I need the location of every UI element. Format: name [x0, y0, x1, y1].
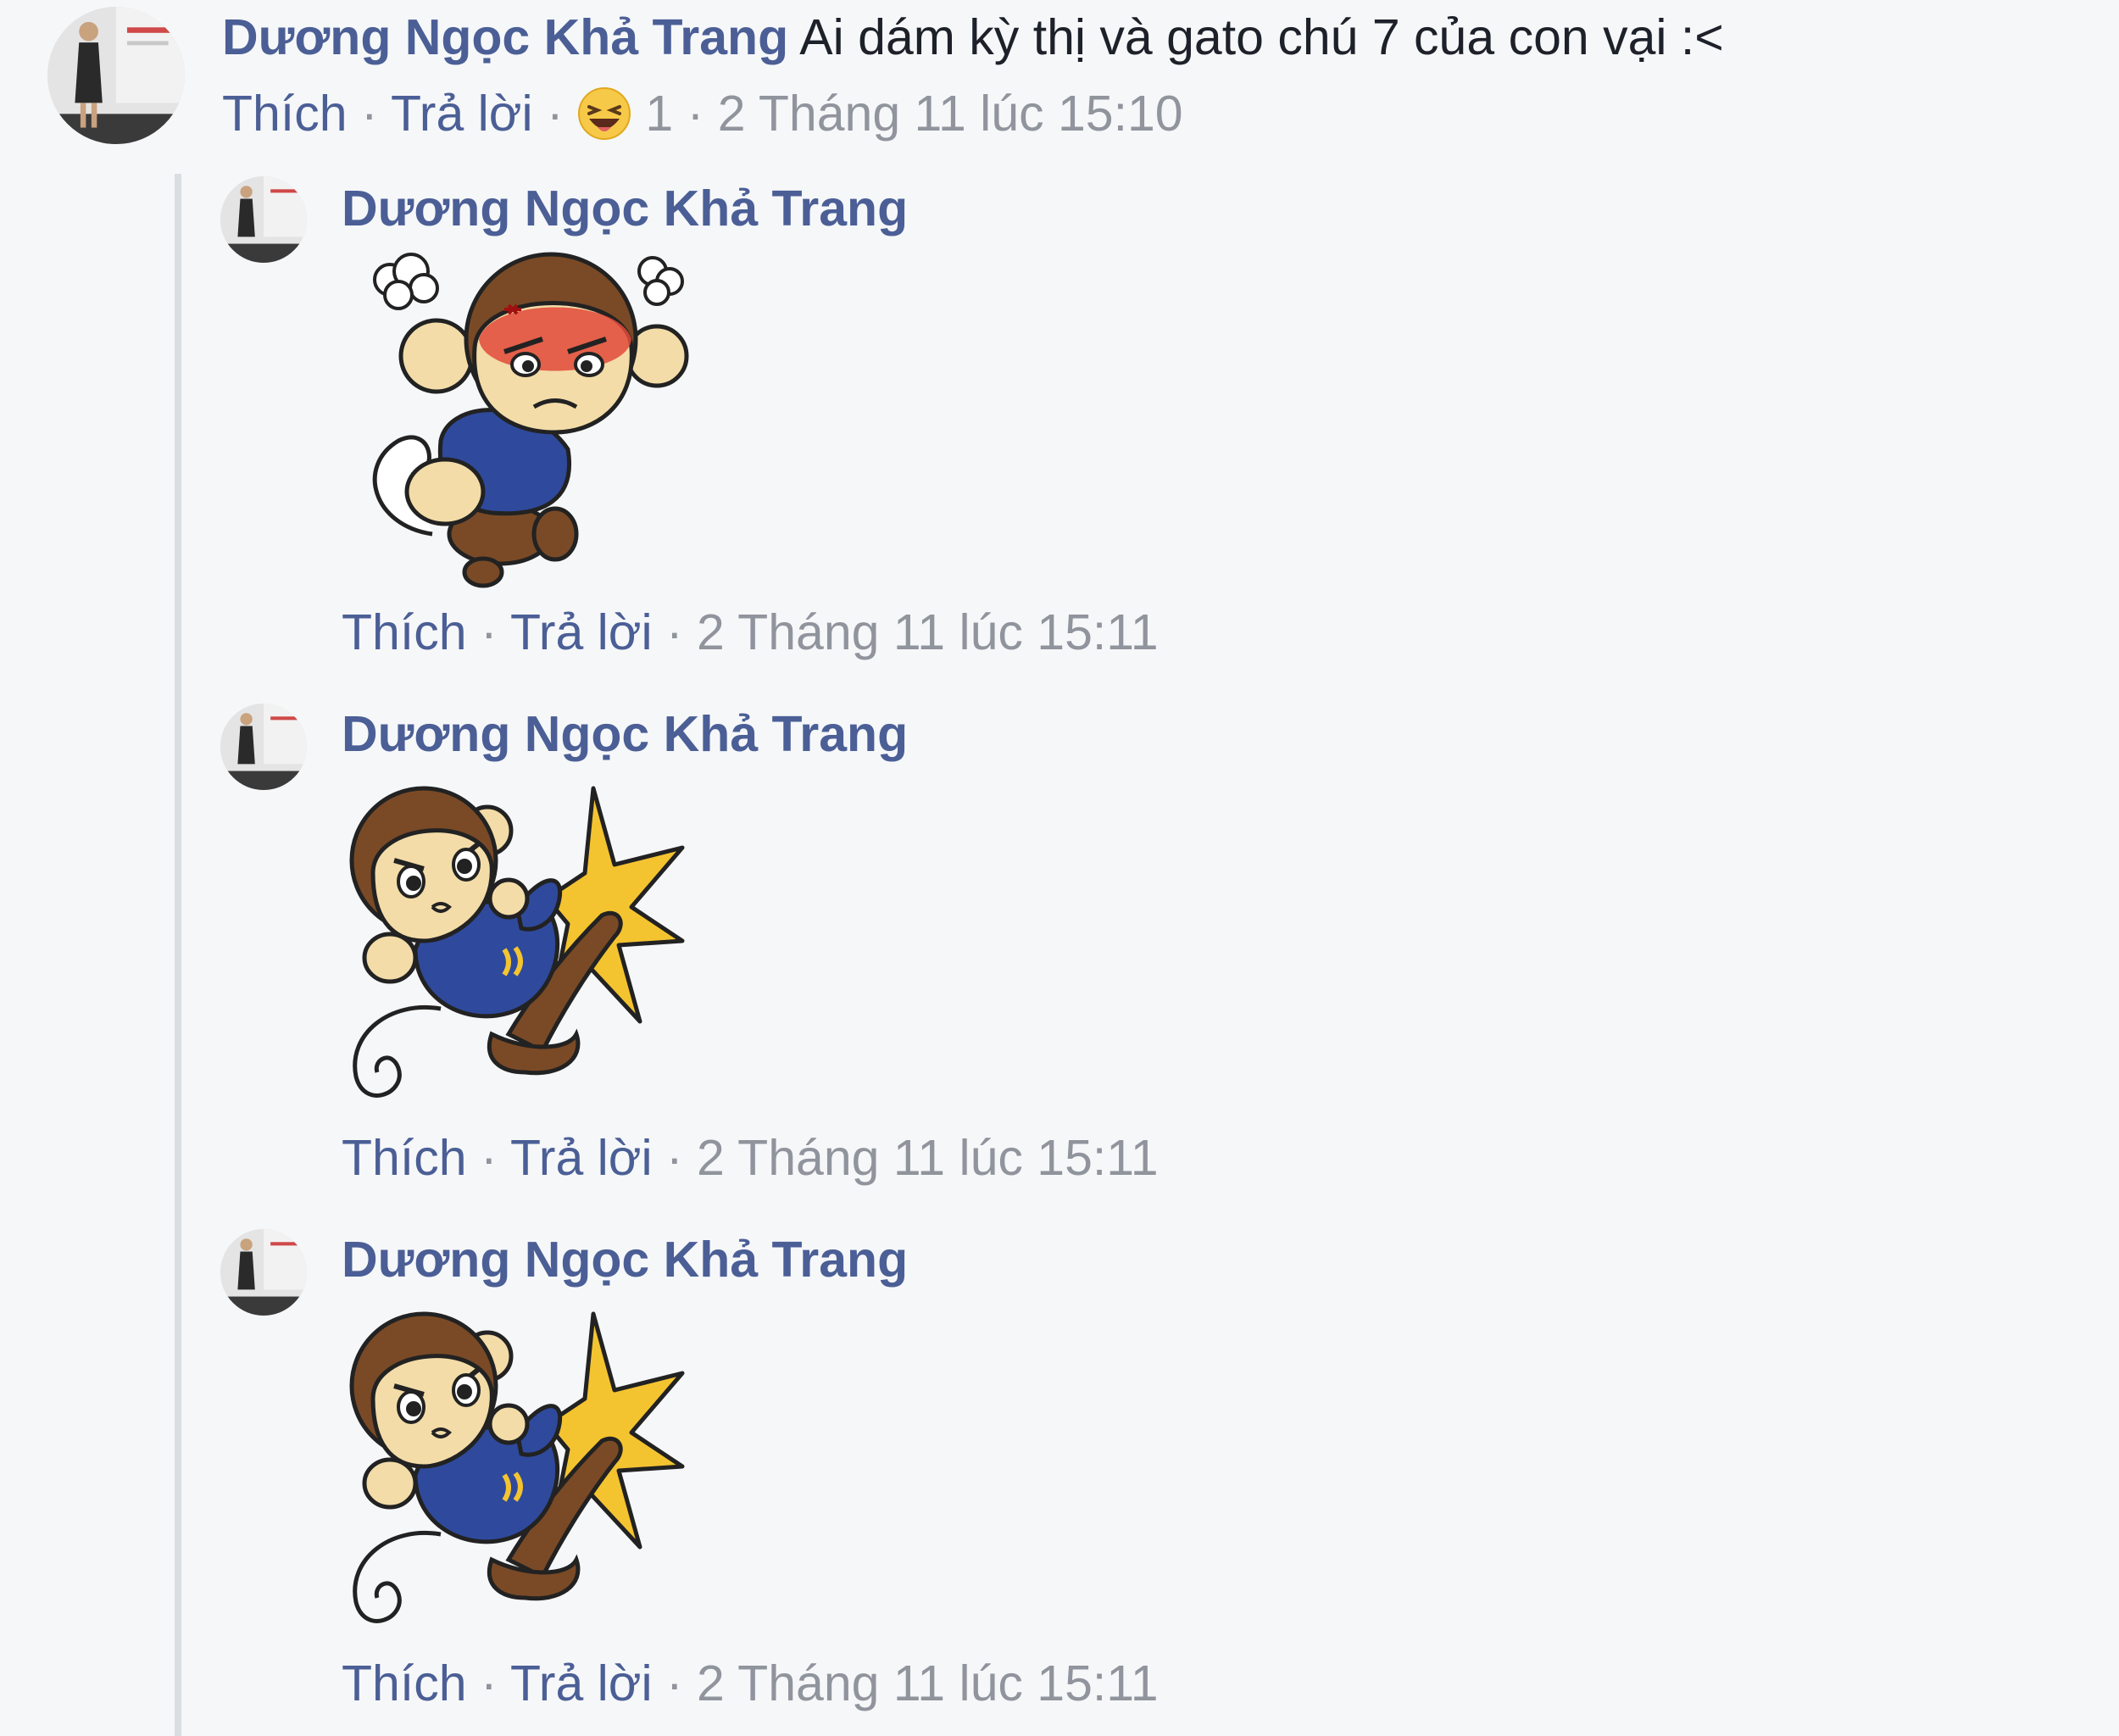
separator: ·	[687, 86, 718, 142]
reply-timestamp[interactable]: 2 Tháng 11 lúc 15:11	[697, 1130, 1159, 1186]
comment-actions: Thích · Trả lời · 1 · 2 Tháng 11 lúc 15:…	[222, 83, 1183, 144]
kicking-monkey-sticker[interactable]	[339, 1305, 695, 1644]
separator: ·	[480, 604, 510, 660]
like-button[interactable]: Thích	[222, 86, 348, 142]
reply-actions: Thích · Trả lời · 2 Tháng 11 lúc 15:11	[342, 1127, 1159, 1188]
separator: ·	[546, 86, 578, 142]
like-button[interactable]: Thích	[342, 1130, 467, 1186]
reply-button[interactable]: Trả lời	[510, 1130, 653, 1186]
reply-author-name[interactable]: Dương Ngọc Khả Trang	[342, 178, 908, 239]
kicking-monkey-sticker[interactable]	[339, 780, 695, 1119]
separator: ·	[480, 1130, 510, 1186]
reaction-icon[interactable]	[577, 86, 631, 141]
reply-button[interactable]: Trả lời	[510, 1655, 653, 1711]
like-button[interactable]: Thích	[342, 604, 467, 660]
reply-actions: Thích · Trả lời · 2 Tháng 11 lúc 15:11	[342, 602, 1159, 663]
reaction-count[interactable]: 1	[645, 86, 673, 142]
comment-body: Dương Ngọc Khả Trang Ai dám kỳ thị và ga…	[222, 7, 1724, 68]
reply-thread-line	[175, 174, 181, 1736]
comment-author-name[interactable]: Dương Ngọc Khả Trang	[222, 9, 788, 65]
reply-author-avatar[interactable]	[220, 176, 307, 263]
reply-timestamp[interactable]: 2 Tháng 11 lúc 15:11	[697, 604, 1159, 660]
comment-timestamp[interactable]: 2 Tháng 11 lúc 15:10	[718, 86, 1183, 142]
reply-author-name[interactable]: Dương Ngọc Khả Trang	[342, 1229, 908, 1290]
comment-author-avatar[interactable]	[47, 7, 185, 144]
separator: ·	[665, 604, 698, 660]
reply-author-name[interactable]: Dương Ngọc Khả Trang	[342, 704, 908, 765]
reply-timestamp[interactable]: 2 Tháng 11 lúc 15:11	[697, 1655, 1159, 1711]
reply-button[interactable]: Trả lời	[510, 604, 653, 660]
separator: ·	[665, 1655, 698, 1711]
reply-author-avatar[interactable]	[220, 704, 307, 790]
laughing-emoji-icon	[578, 87, 631, 140]
like-button[interactable]: Thích	[342, 1655, 467, 1711]
angry-monkey-sticker[interactable]	[339, 246, 695, 593]
reply-button[interactable]: Trả lời	[391, 86, 533, 142]
reply-author-avatar[interactable]	[220, 1229, 307, 1316]
separator: ·	[480, 1655, 510, 1711]
reply-actions: Thích · Trả lời · 2 Tháng 11 lúc 15:11	[342, 1653, 1159, 1714]
separator: ·	[665, 1130, 698, 1186]
comment-text: Ai dám kỳ thị và gato chú 7 của con vại …	[799, 9, 1724, 65]
separator: ·	[360, 86, 391, 142]
